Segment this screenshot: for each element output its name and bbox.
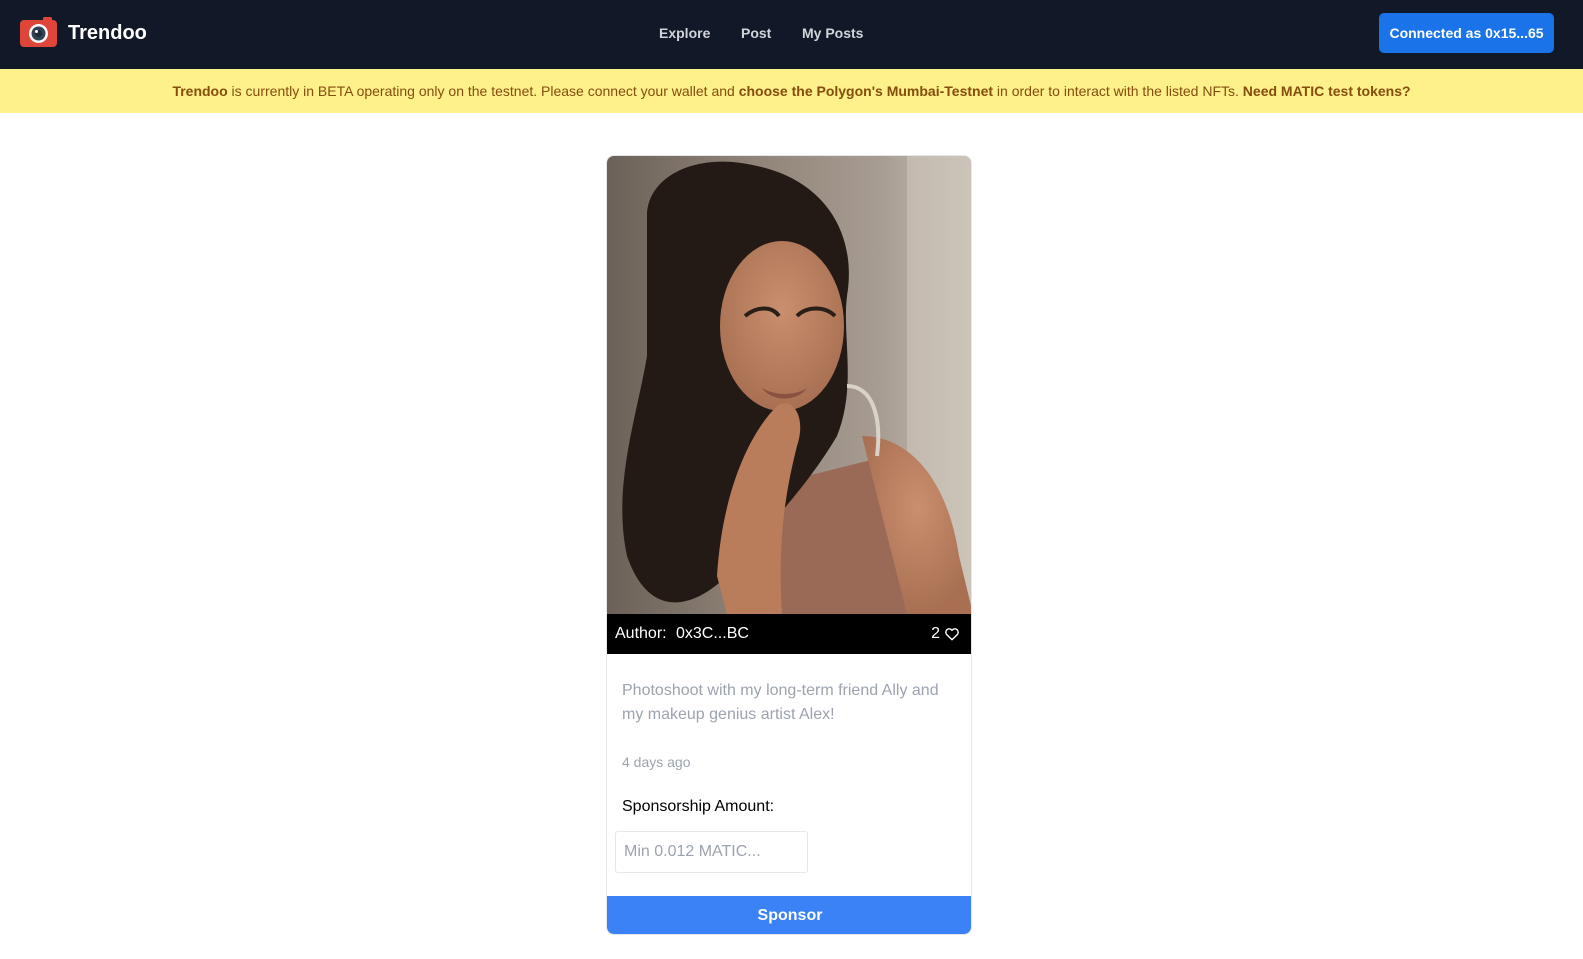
post-timestamp: 4 days ago	[622, 754, 691, 770]
author-label: Author:	[615, 625, 667, 642]
banner-network-instruction: choose the Polygon's Mumbai-Testnet	[738, 83, 994, 99]
wallet-connected-button[interactable]: Connected as 0x15...65	[1379, 13, 1554, 53]
post-info-bar: Author: 0x3C...BC 2	[607, 614, 971, 654]
sponsorship-amount-input[interactable]	[615, 831, 808, 873]
top-navbar: Trendoo Explore Post My Posts Connected …	[0, 0, 1583, 69]
post-description: Photoshoot with my long-term friend Ally…	[622, 682, 939, 723]
nav-post[interactable]: Post	[741, 25, 771, 41]
sponsor-button[interactable]: Sponsor	[607, 896, 971, 934]
post-photo	[607, 156, 971, 614]
banner-brand: Trendoo	[172, 83, 228, 99]
beta-notice-banner: Trendoo is currently in BETA operating o…	[0, 69, 1583, 113]
post-card: Author: 0x3C...BC 2 Photoshoot with my l…	[606, 155, 972, 935]
sponsorship-amount-label: Sponsorship Amount:	[622, 798, 775, 815]
nav-explore[interactable]: Explore	[659, 25, 710, 41]
author-address[interactable]: 0x3C...BC	[676, 614, 749, 654]
banner-text-part2: in order to interact with the listed NFT…	[993, 83, 1243, 99]
test-tokens-link[interactable]: Need MATIC test tokens?	[1243, 83, 1411, 99]
banner-text-part1: is currently in BETA operating only on t…	[227, 83, 739, 99]
camera-icon[interactable]	[20, 16, 57, 48]
likes-count: 2	[931, 625, 940, 642]
heart-icon[interactable]	[945, 628, 959, 641]
nav-my-posts[interactable]: My Posts	[802, 25, 863, 41]
brand-name[interactable]: Trendoo	[68, 20, 147, 46]
